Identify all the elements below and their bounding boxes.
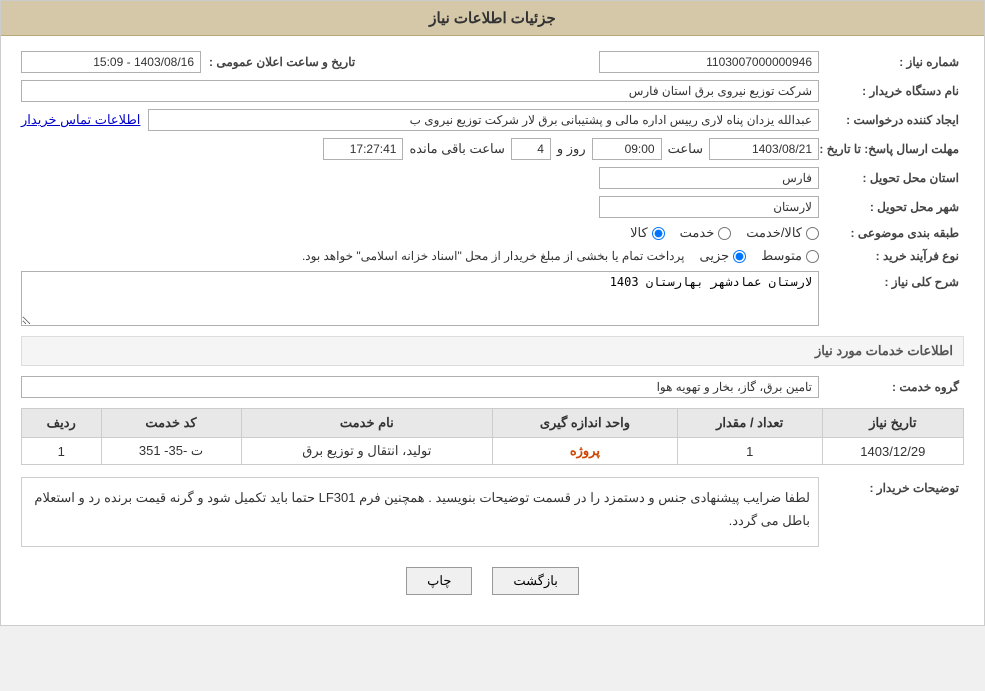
ejad-row: ایجاد کننده درخواست : عبدالله یزدان پناه… (21, 109, 964, 131)
tawzihat-label: توضیحات خریدار : (819, 477, 964, 495)
ostan-label: استان محل تحویل : (819, 171, 964, 185)
roz-label: روز و (551, 141, 592, 157)
grooh-value: تامین برق، گاز، بخار و تهویه هوا (21, 376, 819, 398)
radio-jozi[interactable] (733, 250, 746, 263)
radio-kala-khedmat[interactable] (806, 227, 819, 240)
table-header-row: تاریخ نیاز تعداد / مقدار واحد اندازه گیر… (22, 409, 964, 438)
services-table: تاریخ نیاز تعداد / مقدار واحد اندازه گیر… (21, 408, 964, 465)
mohlat-label: مهلت ارسال پاسخ: تا تاریخ : (819, 142, 964, 156)
page-header: جزئیات اطلاعات نیاز (1, 1, 984, 36)
radio-motavaset-label: متوسط (761, 248, 802, 264)
sharh-label: شرح کلی نیاز : (819, 271, 964, 289)
mohlat-remaining: 17:27:41 (323, 138, 403, 160)
radio-kala-label: کالا (630, 225, 648, 241)
remaining-label: ساعت باقی مانده (403, 141, 510, 157)
nav-label: نوع فرآیند خرید : (819, 249, 964, 263)
page-title: جزئیات اطلاعات نیاز (429, 10, 556, 27)
tawzihat-row: توضیحات خریدار : لطفا ضرایب پیشنهادی جنس… (21, 477, 964, 547)
col-kod: کد خدمت (101, 409, 241, 438)
shomare-niaz-value: 1103007000000946 (599, 51, 819, 73)
shahr-row: شهر محل تحویل : لارستان (21, 196, 964, 218)
radio-khedmat[interactable] (718, 227, 731, 240)
ostan-row: استان محل تحویل : فارس (21, 167, 964, 189)
grooh-label: گروه خدمت : (819, 380, 964, 394)
ejad-value: عبدالله یزدان پناه لاری رییس اداره مالی … (148, 109, 819, 131)
radio-kala-khedmat-item: کالا/خدمت (746, 225, 819, 241)
radio-khedmat-label: خدمت (680, 225, 715, 241)
col-vahed: واحد اندازه گیری (493, 409, 678, 438)
radio-motavaset-item: متوسط (761, 248, 819, 264)
radio-jozi-label: جزیی (699, 248, 729, 264)
radio-kala-item: کالا (630, 225, 665, 241)
mohlat-date: 1403/08/21 (709, 138, 819, 160)
services-table-section: تاریخ نیاز تعداد / مقدار واحد اندازه گیر… (21, 408, 964, 465)
sharh-row: شرح کلی نیاز : لارستان عمادشهر بهارستان … (21, 271, 964, 326)
tabaqebandi-radios: کالا/خدمت خدمت کالا (630, 225, 819, 241)
cell-kod: ت -35- 351 (101, 438, 241, 465)
table-body: 1403/12/29 1 پروژه تولید، انتقال و توزیع… (22, 438, 964, 465)
chap-button[interactable]: چاپ (406, 567, 472, 595)
date-range-value: 1403/08/16 - 15:09 (21, 51, 201, 73)
tabaqebandi-label: طبقه بندی موضوعی : (819, 226, 964, 240)
sharh-textarea[interactable]: لارستان عمادشهر بهارستان 1403 (21, 271, 819, 326)
content-area: شماره نیاز : 1103007000000946 تاریخ و سا… (1, 36, 984, 625)
radio-jozi-item: جزیی (699, 248, 746, 264)
shahr-value: لارستان (599, 196, 819, 218)
radio-motavaset[interactable] (806, 250, 819, 263)
ejad-label: ایجاد کننده درخواست : (819, 113, 964, 127)
date-range-label: تاریخ و ساعت اعلان عمومی : (201, 55, 360, 69)
main-container: جزئیات اطلاعات نیاز شماره نیاز : 1103007… (0, 0, 985, 626)
radio-kala-khedmat-label: کالا/خدمت (746, 225, 802, 241)
saat-label: ساعت (662, 141, 709, 157)
buttons-row: بازگشت چاپ (21, 567, 964, 595)
nav-desc: پرداخت تمام یا بخشی از مبلغ خریدار از مح… (302, 249, 685, 263)
dastgah-label: نام دستگاه خریدار : (819, 84, 964, 98)
shomare-niaz-label: شماره نیاز : (819, 55, 964, 69)
tawzihat-value: لطفا ضرایب پیشنهادی جنس و دستمزد را در ق… (21, 477, 819, 547)
nav-row: نوع فرآیند خرید : متوسط جزیی پرداخت تمام… (21, 248, 964, 264)
khedamat-section-title: اطلاعات خدمات مورد نیاز (21, 336, 964, 366)
mohlat-saat: 09:00 (592, 138, 662, 160)
table-row: 1403/12/29 1 پروژه تولید، انتقال و توزیع… (22, 438, 964, 465)
dastgah-value: شرکت توزیع نیروی برق استان فارس (21, 80, 819, 102)
ejad-link[interactable]: اطلاعات تماس خریدار (21, 112, 140, 128)
col-name: نام خدمت (241, 409, 493, 438)
radio-kala[interactable] (652, 227, 665, 240)
mohlat-row: مهلت ارسال پاسخ: تا تاریخ : 1403/08/21 س… (21, 138, 964, 160)
mohlat-roz: 4 (511, 138, 551, 160)
cell-radif: 1 (22, 438, 102, 465)
cell-vahed: پروژه (493, 438, 678, 465)
cell-name: تولید، انتقال و توزیع برق (241, 438, 493, 465)
cell-tarikh: 1403/12/29 (822, 438, 963, 465)
nav-radios: متوسط جزیی (699, 248, 819, 264)
shahr-label: شهر محل تحویل : (819, 200, 964, 214)
col-tarikh: تاریخ نیاز (822, 409, 963, 438)
bazgasht-button[interactable]: بازگشت (492, 567, 578, 595)
tabaqebandi-row: طبقه بندی موضوعی : کالا/خدمت خدمت کالا (21, 225, 964, 241)
col-tedad: تعداد / مقدار (677, 409, 822, 438)
grooh-row: گروه خدمت : تامین برق، گاز، بخار و تهویه… (21, 376, 964, 398)
col-radif: ردیف (22, 409, 102, 438)
dastgah-row: نام دستگاه خریدار : شرکت توزیع نیروی برق… (21, 80, 964, 102)
shomare-row: شماره نیاز : 1103007000000946 تاریخ و سا… (21, 51, 964, 73)
radio-khedmat-item: خدمت (680, 225, 732, 241)
cell-tedad: 1 (677, 438, 822, 465)
ostan-value: فارس (599, 167, 819, 189)
